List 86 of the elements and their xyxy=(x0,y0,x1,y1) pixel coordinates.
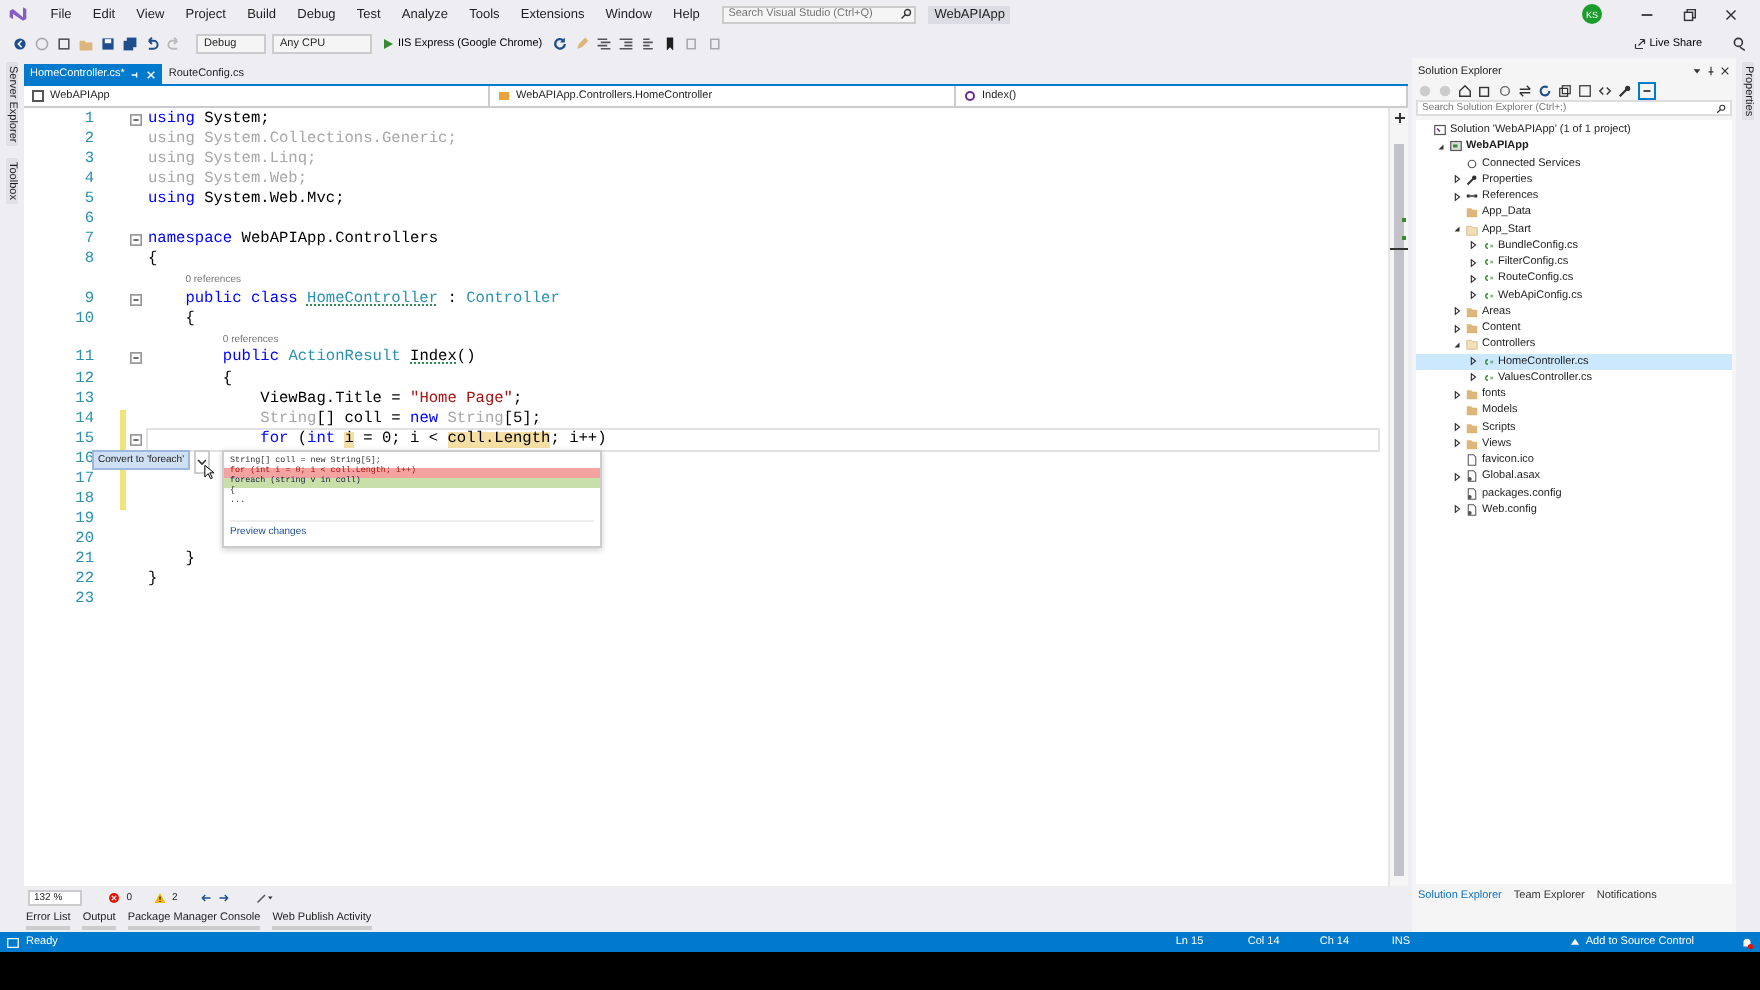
collapse-icon[interactable] xyxy=(130,293,142,306)
pending-changes-icon[interactable] xyxy=(1498,83,1512,97)
comment-icon[interactable] xyxy=(640,35,657,51)
share-icon xyxy=(1633,37,1646,49)
format-icon[interactable] xyxy=(596,35,613,51)
collapse-icon[interactable] xyxy=(130,352,142,365)
config-file-icon xyxy=(1466,487,1478,500)
expand-arrow-icon[interactable] xyxy=(1452,471,1462,482)
notification-bell-icon[interactable] xyxy=(1740,935,1754,949)
error-icon xyxy=(108,892,121,904)
close-icon[interactable] xyxy=(1722,5,1740,23)
play-icon xyxy=(382,37,394,49)
restore-icon[interactable] xyxy=(1680,5,1698,23)
csharp-file-icon xyxy=(1482,272,1494,285)
refresh-icon[interactable] xyxy=(552,35,569,51)
show-all-files-icon[interactable] xyxy=(1578,83,1592,97)
config-file-icon xyxy=(1466,503,1478,516)
expand-arrow-icon[interactable] xyxy=(1468,372,1478,383)
search-icon xyxy=(1716,103,1726,113)
collapse-arrow-icon[interactable] xyxy=(1452,224,1462,235)
back-icon[interactable] xyxy=(12,35,28,51)
arrow-left-icon[interactable] xyxy=(199,892,212,904)
solution-icon xyxy=(1434,124,1446,137)
preview-icon[interactable] xyxy=(1638,81,1656,99)
code-icon[interactable] xyxy=(1598,83,1612,97)
collapse-icon[interactable] xyxy=(130,433,142,446)
expand-arrow-icon[interactable] xyxy=(1452,504,1462,515)
csharp-file-icon xyxy=(1482,256,1494,269)
arrow-right-icon[interactable] xyxy=(217,892,230,904)
config-file-icon xyxy=(1466,470,1478,483)
expand-arrow-icon[interactable] xyxy=(1452,438,1462,449)
expand-arrow-icon[interactable] xyxy=(1468,240,1478,251)
expand-arrow-icon[interactable] xyxy=(1452,306,1462,317)
home-icon[interactable] xyxy=(1458,83,1472,97)
undo-icon[interactable] xyxy=(144,35,160,51)
bookmark-icon[interactable] xyxy=(662,35,679,51)
collapse-arrow-icon[interactable] xyxy=(1436,141,1446,152)
scrollbar[interactable] xyxy=(1388,108,1408,886)
open-folder-icon xyxy=(1466,223,1478,236)
plus-icon[interactable] xyxy=(1393,112,1405,124)
expand-arrow-icon[interactable] xyxy=(1452,323,1462,334)
csharp-file-icon xyxy=(1482,355,1494,368)
search-icon xyxy=(900,8,913,20)
csharp-file-icon xyxy=(1482,371,1494,384)
save-icon[interactable] xyxy=(100,35,116,51)
wrench-icon[interactable] xyxy=(1618,83,1632,97)
collapse-icon[interactable] xyxy=(130,234,142,247)
wrench-icon xyxy=(1466,173,1478,186)
expand-arrow-icon[interactable] xyxy=(1468,273,1478,284)
collapse-arrow-icon[interactable] xyxy=(1452,339,1462,350)
switch-views-icon[interactable] xyxy=(1478,83,1492,97)
visual-studio-logo-icon xyxy=(8,4,28,24)
pin-icon[interactable] xyxy=(1706,66,1716,76)
expand-arrow-icon[interactable] xyxy=(1452,422,1462,433)
new-project-icon[interactable] xyxy=(56,35,72,51)
open-folder-icon xyxy=(1466,338,1478,351)
expand-arrow-icon[interactable] xyxy=(1468,356,1478,367)
close-icon[interactable] xyxy=(1720,66,1730,76)
collapse-icon[interactable] xyxy=(130,114,142,127)
project-icon xyxy=(1450,140,1462,153)
expand-arrow-icon[interactable] xyxy=(1452,174,1462,185)
save-all-icon[interactable] xyxy=(122,35,138,51)
up-arrow-icon xyxy=(1569,937,1580,947)
class-icon xyxy=(498,90,510,102)
csharp-file-icon xyxy=(1482,239,1494,252)
csharp-file-icon xyxy=(1482,289,1494,302)
expand-arrow-icon[interactable] xyxy=(1468,257,1478,268)
file-icon xyxy=(1466,454,1478,467)
connected-services-icon xyxy=(1466,157,1478,170)
expand-arrow-icon[interactable] xyxy=(1452,389,1462,400)
outdent-icon[interactable] xyxy=(618,35,635,51)
expand-arrow-icon[interactable] xyxy=(1468,290,1478,301)
dropdown-arrow-icon[interactable] xyxy=(1692,66,1702,76)
output-window-icon[interactable] xyxy=(6,935,20,949)
folder-icon xyxy=(1466,206,1478,219)
mouse-cursor-icon xyxy=(204,464,214,480)
warning-icon xyxy=(153,892,166,904)
expand-arrow-icon[interactable] xyxy=(1452,191,1462,202)
refresh-icon[interactable] xyxy=(1538,83,1552,97)
brush-icon[interactable] xyxy=(255,892,274,904)
project-icon xyxy=(32,90,44,102)
method-icon xyxy=(964,90,976,102)
references-icon xyxy=(1466,190,1478,203)
feedback-icon[interactable] xyxy=(1732,35,1748,51)
sync-icon[interactable] xyxy=(1518,83,1532,97)
collapse-all-icon[interactable] xyxy=(1558,83,1572,97)
